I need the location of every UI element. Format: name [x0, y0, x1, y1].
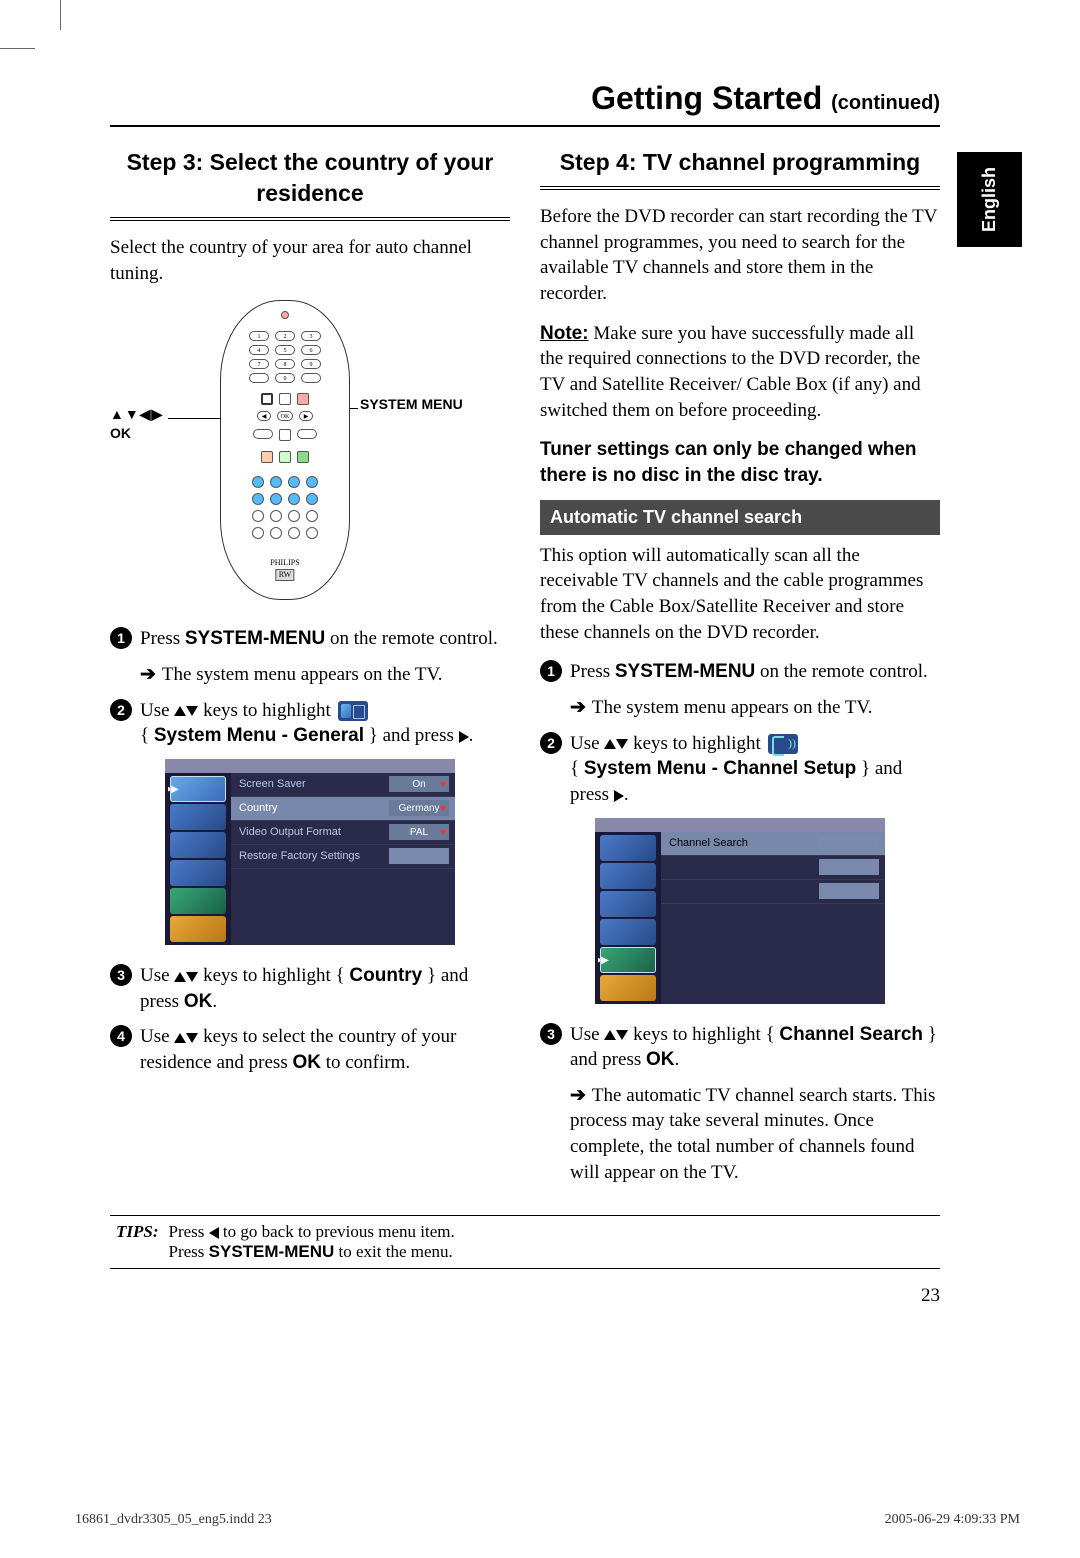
left-column: Step 3: Select the country of your resid… — [110, 147, 510, 1195]
menu-icon-record — [170, 832, 226, 858]
menu-icon-record — [600, 891, 656, 917]
step4-instruction-3: 3 Use keys to highlight { Channel Search… — [540, 1022, 940, 1073]
step4-note: Note: Make sure you have successfully ma… — [540, 321, 940, 424]
menu-icon-clock — [170, 916, 226, 942]
title-continued: (continued) — [831, 92, 940, 114]
step3-instruction-1: 1 Press SYSTEM-MENU on the remote contro… — [110, 626, 510, 652]
bullet-4-icon: 4 — [110, 1025, 132, 1047]
step3-intro: Select the country of your area for auto… — [110, 235, 510, 286]
step4-p1: Before the DVD recorder can start record… — [540, 204, 940, 307]
channel-setup-menu-icon — [768, 734, 798, 754]
menu-icon-general: ◗◗◗▶ — [170, 776, 226, 802]
step4-result-3: The automatic TV channel search starts. … — [540, 1083, 940, 1186]
menu-icon-audio — [170, 860, 226, 886]
nav-arrows-icon: ▲▼◀▶ — [110, 406, 163, 422]
auto-search-intro: This option will automatically scan all … — [540, 543, 940, 646]
step3-instruction-3: 3 Use keys to highlight { Country } and … — [110, 963, 510, 1014]
remote-label-system-menu: SYSTEM MENU — [360, 395, 463, 414]
menu-icon-audio — [600, 919, 656, 945]
language-tab: English — [957, 152, 1022, 247]
bullet-2-icon: 2 — [110, 699, 132, 721]
bullet-3-icon: 3 — [110, 964, 132, 986]
page-number: 23 — [921, 1285, 940, 1307]
menu-icon-channel — [170, 888, 226, 914]
page-content: Getting Started (continued) English Step… — [110, 80, 940, 1269]
right-column: Step 4: TV channel programming Before th… — [540, 147, 940, 1195]
step4-heading: Step 4: TV channel programming — [540, 147, 940, 190]
footer-filename: 16861_dvdr3305_05_eng5.indd 23 — [75, 1512, 272, 1528]
menu-icon-channel: ◗◗◗▶ — [600, 947, 656, 973]
auto-search-heading: Automatic TV channel search — [540, 500, 940, 534]
step4-result-1: The system menu appears on the TV. — [540, 695, 940, 721]
tuner-warning: Tuner settings can only be changed when … — [540, 437, 940, 488]
page-title: Getting Started (continued) — [110, 80, 940, 127]
title-main: Getting Started — [591, 80, 822, 116]
bullet-3-icon: 3 — [540, 1023, 562, 1045]
step4-instruction-2: 2 Use keys to highlight { System Menu - … — [540, 731, 940, 808]
general-menu-icon — [338, 701, 368, 721]
print-footer: 16861_dvdr3305_05_eng5.indd 23 2005-06-2… — [75, 1512, 1020, 1528]
tips-label: TIPS: — [110, 1222, 159, 1262]
step3-result-1: The system menu appears on the TV. — [110, 662, 510, 688]
ok-label: OK — [110, 425, 131, 441]
remote-illustration: ▲▼◀▶ OK SYSTEM MENU 123 456 789 0 ◀OK▶ — [110, 300, 510, 610]
bullet-1-icon: 1 — [540, 660, 562, 682]
menu-icon-disc — [600, 863, 656, 889]
general-menu-screenshot: ◗◗◗▶ Screen SaverOn CountryGermany Video… — [165, 759, 455, 945]
step3-instruction-2: 2 Use keys to highlight { System Menu - … — [110, 698, 510, 749]
menu-icon-general — [600, 835, 656, 861]
bullet-2-icon: 2 — [540, 732, 562, 754]
step4-instruction-1: 1 Press SYSTEM-MENU on the remote contro… — [540, 659, 940, 685]
tips-box: TIPS: Press to go back to previous menu … — [110, 1215, 940, 1269]
tips-text: Press to go back to previous menu item. … — [169, 1222, 455, 1262]
remote-brand: PHILIPSRW — [270, 558, 299, 582]
footer-timestamp: 2005-06-29 4:09:33 PM — [885, 1512, 1020, 1528]
language-tab-label: English — [979, 167, 1000, 232]
step3-instruction-4: 4 Use keys to select the country of your… — [110, 1024, 510, 1075]
remote-control-icon: 123 456 789 0 ◀OK▶ PHILIPSRW — [220, 300, 350, 600]
remote-label-nav: ▲▼◀▶ OK — [110, 405, 163, 443]
menu-icon-disc — [170, 804, 226, 830]
bullet-1-icon: 1 — [110, 627, 132, 649]
step3-heading: Step 3: Select the country of your resid… — [110, 147, 510, 221]
menu-icon-clock — [600, 975, 656, 1001]
channel-menu-screenshot: ◗◗◗▶ Channel Search — [595, 818, 885, 1004]
